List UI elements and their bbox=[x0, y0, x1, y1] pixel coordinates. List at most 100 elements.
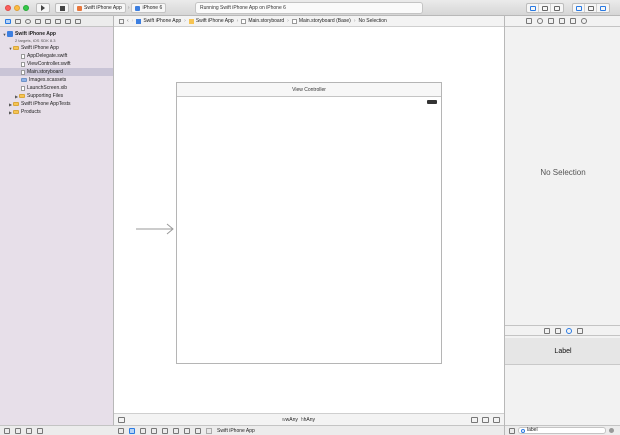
close-window-button[interactable] bbox=[5, 5, 11, 11]
identity-inspector-icon[interactable] bbox=[548, 18, 554, 24]
simulate-location-icon[interactable] bbox=[195, 427, 201, 434]
jump-bar: ‹ › Swift iPhone App › Swift iPhone App … bbox=[114, 16, 504, 27]
storyboard-file-icon bbox=[241, 18, 247, 24]
step-into-icon[interactable] bbox=[162, 427, 168, 434]
align-icon[interactable] bbox=[471, 416, 478, 423]
toggle-navigator-button[interactable] bbox=[573, 4, 585, 12]
debug-target-icon bbox=[206, 427, 212, 434]
clear-search-icon[interactable] bbox=[609, 428, 614, 433]
file-template-library-icon[interactable] bbox=[543, 327, 550, 334]
pause-icon[interactable] bbox=[140, 427, 146, 434]
file-tree: ▼ Swift iPhone App 2 targets, iOS SDK 8.… bbox=[0, 27, 113, 116]
tab-symbol-navigator[interactable] bbox=[14, 18, 21, 25]
tab-test-navigator[interactable] bbox=[44, 18, 51, 25]
minimize-window-button[interactable] bbox=[14, 5, 20, 11]
breakpoint-icon bbox=[64, 18, 71, 24]
breadcrumb-selection[interactable]: No Selection bbox=[358, 18, 386, 24]
file-inspector-icon[interactable] bbox=[526, 18, 532, 24]
library-search-value: label bbox=[527, 427, 538, 433]
size-inspector-icon[interactable] bbox=[570, 18, 576, 24]
media-library-icon[interactable] bbox=[576, 327, 583, 334]
source-control-icon[interactable] bbox=[26, 427, 32, 434]
tab-project-navigator[interactable] bbox=[4, 18, 11, 25]
tree-row-supporting-files[interactable]: ▶ Supporting Files bbox=[0, 92, 113, 100]
no-selection-label: No Selection bbox=[540, 168, 586, 177]
breadcrumb-project[interactable]: Swift iPhone App bbox=[136, 18, 181, 24]
tree-row-label: Swift iPhone App bbox=[21, 45, 59, 51]
tree-row-launchscreen[interactable]: LaunchScreen.xib bbox=[0, 84, 113, 92]
folder-icon bbox=[13, 110, 19, 114]
folder-icon bbox=[13, 46, 19, 50]
tab-debug-navigator[interactable] bbox=[54, 18, 61, 25]
breadcrumb-separator: › bbox=[287, 18, 289, 24]
size-class-width: wwAny bbox=[282, 416, 298, 423]
size-class-control[interactable]: wwAny hhAny bbox=[282, 417, 315, 423]
xcode-project-icon bbox=[136, 18, 142, 24]
scheme-selector[interactable]: Swift iPhone App › iPhone 6 bbox=[73, 3, 167, 13]
resolve-autolayout-icon[interactable] bbox=[493, 416, 500, 423]
iphone-icon bbox=[135, 5, 141, 11]
breadcrumb-separator: › bbox=[184, 18, 186, 24]
attributes-inspector-icon[interactable] bbox=[559, 18, 565, 24]
assistant-editor-button[interactable] bbox=[539, 4, 551, 12]
object-library-icon[interactable] bbox=[565, 327, 572, 334]
editor-mode-control bbox=[526, 3, 564, 13]
version-editor-button[interactable] bbox=[551, 4, 563, 12]
view-debugger-icon[interactable] bbox=[184, 427, 190, 434]
view-controller-scene[interactable]: View Controller bbox=[176, 82, 442, 364]
size-class-height-value: hAny bbox=[303, 416, 316, 423]
add-icon[interactable] bbox=[4, 427, 10, 434]
zoom-window-button[interactable] bbox=[23, 5, 29, 11]
scene-title-bar[interactable]: View Controller bbox=[177, 83, 441, 97]
back-arrow-icon[interactable]: ‹ bbox=[127, 18, 129, 24]
connections-inspector-icon[interactable] bbox=[581, 18, 587, 24]
tree-row-tests[interactable]: ▶ Swift iPhone AppTests bbox=[0, 100, 113, 108]
toggle-utilities-button[interactable] bbox=[597, 4, 609, 12]
pin-icon[interactable] bbox=[482, 416, 489, 423]
folder-icon bbox=[188, 18, 194, 24]
scheme-device[interactable]: iPhone 6 bbox=[131, 3, 167, 13]
step-out-icon[interactable] bbox=[173, 427, 179, 434]
tree-row-viewcontroller[interactable]: ViewController.swift bbox=[0, 60, 113, 68]
initial-view-controller-arrow[interactable] bbox=[136, 223, 175, 235]
breadcrumb-file[interactable]: Main.storyboard bbox=[241, 18, 284, 24]
assistant-editor-icon bbox=[541, 5, 548, 11]
forward-arrow-icon[interactable]: › bbox=[132, 18, 134, 24]
tab-breakpoint-navigator[interactable] bbox=[64, 18, 71, 25]
scheme-target[interactable]: Swift iPhone App bbox=[73, 3, 126, 13]
storyboard-canvas[interactable]: View Controller bbox=[114, 27, 504, 422]
step-over-icon[interactable] bbox=[151, 427, 157, 434]
storyboard-file-icon bbox=[291, 18, 297, 24]
xcode-project-icon bbox=[7, 31, 13, 37]
grid-view-icon[interactable] bbox=[509, 427, 515, 434]
tree-row-appdelegate[interactable]: AppDelegate.swift bbox=[0, 52, 113, 60]
recent-files-icon[interactable] bbox=[15, 427, 21, 434]
toggle-debug-area-button[interactable] bbox=[585, 4, 597, 12]
debug-area-toggle-icon[interactable] bbox=[118, 427, 124, 434]
standard-editor-button[interactable] bbox=[527, 4, 539, 12]
breadcrumb-separator: › bbox=[236, 18, 239, 24]
tree-row-label: Main.storyboard bbox=[27, 69, 63, 75]
project-root-row[interactable]: ▼ Swift iPhone App bbox=[0, 30, 113, 38]
tab-report-navigator[interactable] bbox=[74, 18, 81, 25]
quick-help-icon[interactable] bbox=[537, 18, 543, 24]
library-item-label[interactable]: Label bbox=[505, 338, 620, 365]
tree-row-main-storyboard[interactable]: Main.storyboard bbox=[0, 68, 113, 76]
scene-title: View Controller bbox=[292, 87, 326, 93]
filter-icon[interactable] bbox=[37, 427, 43, 434]
tab-issue-navigator[interactable] bbox=[34, 18, 41, 25]
document-outline-toggle-icon[interactable] bbox=[118, 416, 125, 423]
code-snippet-library-icon[interactable] bbox=[554, 327, 561, 334]
breadcrumb-group[interactable]: Swift iPhone App bbox=[188, 18, 234, 24]
tree-row-group-app[interactable]: ▼ Swift iPhone App bbox=[0, 44, 113, 52]
search-icon bbox=[24, 18, 31, 24]
tab-find-navigator[interactable] bbox=[24, 18, 31, 25]
related-items-icon[interactable] bbox=[119, 18, 124, 24]
run-button[interactable] bbox=[36, 3, 50, 13]
breadcrumb-localization[interactable]: Main.storyboard (Base) bbox=[291, 18, 351, 24]
tree-row-images[interactable]: Images.xcassets bbox=[0, 76, 113, 84]
stop-button[interactable] bbox=[55, 3, 69, 13]
tree-row-products[interactable]: ▶ Products bbox=[0, 108, 113, 116]
library-search-input[interactable]: label bbox=[518, 427, 606, 434]
breakpoints-toggle-icon[interactable] bbox=[129, 427, 135, 434]
